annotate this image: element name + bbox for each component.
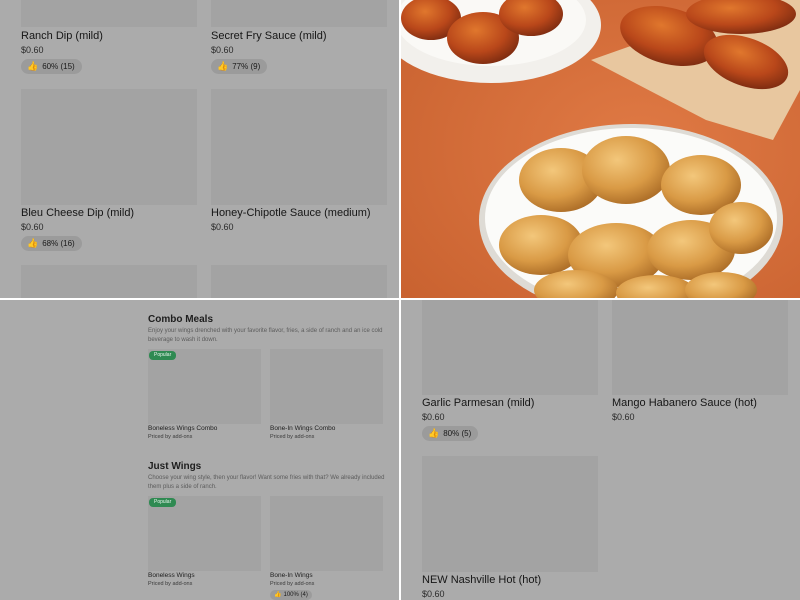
item-name[interactable]: Honey-Chipotle Sauce (medium): [211, 207, 371, 219]
rating-text: 77% (9): [232, 62, 261, 71]
rating-text: 60% (15): [42, 62, 75, 71]
item-image[interactable]: [270, 496, 383, 571]
item-image[interactable]: [21, 89, 197, 205]
section-description: Enjoy your wings drenched with your favo…: [148, 328, 383, 343]
item-image[interactable]: [422, 300, 598, 395]
wings-photo-illustration: [401, 0, 800, 298]
rating-text: 100% (4): [283, 592, 308, 598]
thumbs-up-icon: 👍: [27, 238, 39, 248]
item-image[interactable]: [211, 265, 387, 298]
item-image[interactable]: [422, 456, 598, 572]
rating-badge: 👍 77% (9): [211, 59, 268, 74]
popular-badge: Popular: [149, 498, 177, 507]
sauce-list-panel: Ranch Dip (mild) Secret Fry Sauce (mild)…: [0, 0, 399, 298]
item-name[interactable]: Ranch Dip (mild): [21, 30, 103, 42]
section-title: Combo Meals: [148, 314, 214, 325]
popular-badge: Popular: [149, 351, 177, 360]
item-subtitle: Priced by add-ons: [148, 581, 193, 587]
item-image[interactable]: [211, 89, 387, 205]
item-name[interactable]: NEW Nashville Hot (hot): [422, 574, 541, 586]
item-image[interactable]: [612, 300, 788, 395]
item-price: $0.60: [422, 589, 445, 599]
item-price: $0.60: [211, 222, 234, 232]
section-title: Just Wings: [148, 461, 202, 472]
rating-text: 80% (5): [443, 429, 472, 438]
item-subtitle: Priced by add-ons: [270, 581, 315, 587]
item-subtitle: Priced by add-ons: [148, 434, 193, 440]
item-name[interactable]: Mango Habanero Sauce (hot): [612, 397, 757, 409]
thumbs-up-icon: 👍: [428, 428, 440, 438]
menu-sections-panel: Combo Meals Enjoy your wings drenched wi…: [0, 300, 399, 600]
item-name[interactable]: Boneless Wings Combo: [148, 425, 217, 432]
item-name[interactable]: Secret Fry Sauce (mild): [211, 30, 327, 42]
item-price: $0.60: [422, 412, 445, 422]
item-name[interactable]: Bone-In Wings Combo: [270, 425, 335, 432]
rating-badge: 👍 68% (16): [21, 236, 82, 251]
item-price: $0.60: [21, 45, 44, 55]
section-description: Choose your wing style, then your flavor…: [148, 475, 385, 490]
item-image[interactable]: [21, 0, 197, 27]
wings-photo: [401, 0, 800, 298]
item-name[interactable]: Boneless Wings: [148, 572, 195, 579]
sauce-list-panel-2: Garlic Parmesan (mild) Mango Habanero Sa…: [401, 300, 800, 600]
item-name[interactable]: Garlic Parmesan (mild): [422, 397, 534, 409]
item-price: $0.60: [211, 45, 234, 55]
item-price: $0.60: [21, 222, 44, 232]
item-image[interactable]: [21, 265, 197, 298]
item-image[interactable]: [148, 496, 261, 571]
item-subtitle: Priced by add-ons: [270, 434, 315, 440]
item-name[interactable]: Bone-In Wings: [270, 572, 313, 579]
rating-badge: 👍 80% (5): [422, 426, 479, 441]
item-image[interactable]: [148, 349, 261, 424]
item-name[interactable]: Bleu Cheese Dip (mild): [21, 207, 134, 219]
rating-badge: 👍 100% (4): [270, 590, 312, 600]
rating-badge: 👍 60% (15): [21, 59, 82, 74]
thumbs-up-icon: 👍: [27, 61, 39, 71]
item-image[interactable]: [211, 0, 387, 27]
item-image[interactable]: [270, 349, 383, 424]
thumbs-up-icon: 👍: [217, 61, 229, 71]
rating-text: 68% (16): [42, 239, 75, 248]
item-price: $0.60: [612, 412, 635, 422]
thumbs-up-icon: 👍: [274, 592, 282, 598]
